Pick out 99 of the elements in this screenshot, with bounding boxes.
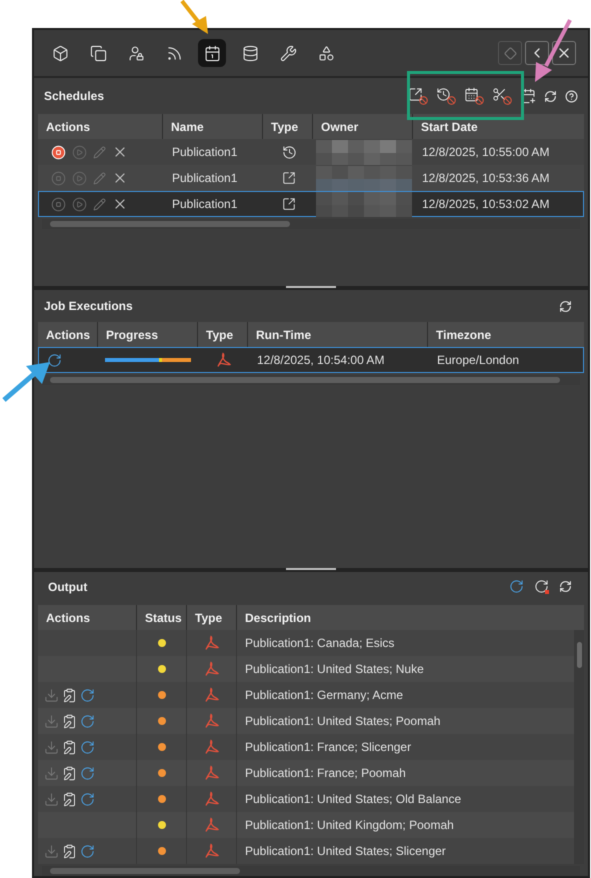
disable-once-icon[interactable] [408,87,428,105]
rerun-icon[interactable] [509,579,524,594]
output-row[interactable]: Publication1: United States; Slicenger [38,838,574,864]
rerun-icon[interactable] [47,352,62,368]
pdf-icon [204,817,220,834]
rerun-failed-icon[interactable] [534,579,549,594]
output-row[interactable]: Publication1: Canada; Esics [38,630,574,656]
description-cell: Publication1: United Kingdom; Poomah [245,818,454,832]
job-row[interactable]: 12/8/2025, 10:54:00 AM Europe/London [38,347,584,373]
close-button[interactable] [552,41,576,65]
disable-recurring-icon[interactable] [436,87,456,105]
column-header: Start Date [421,118,478,136]
output-row[interactable]: Publication1: Germany; Acme [38,682,574,708]
annotation-arrow [0,360,52,404]
description-cell: Publication1: United States; Poomah [245,714,440,728]
description-cell: Publication1: United States; Slicenger [245,844,446,858]
start-date-cell: 12/8/2025, 10:53:36 AM [422,171,550,185]
start-date-cell: 12/8/2025, 10:55:00 AM [422,145,550,159]
output-row[interactable]: Publication1: United States; Poomah [38,708,574,734]
schedule-row[interactable]: Publication1 12/8/2025, 10:53:36 AM [38,165,584,191]
rerun-icon[interactable] [80,766,95,781]
report-icon[interactable] [62,766,77,781]
pdf-icon [204,765,220,782]
schedule-row[interactable]: Publication1 12/8/2025, 10:53:02 AM [38,191,584,217]
start-date-cell: 12/8/2025, 10:53:02 AM [422,197,550,211]
name-cell: Publication1 [172,171,238,185]
run-once-icon [282,197,296,211]
column-header: Type [271,118,298,136]
help-icon[interactable] [565,90,578,102]
report-icon[interactable] [62,792,77,807]
column-header: Owner [321,118,358,136]
splitter-handle[interactable] [286,286,336,288]
output-row[interactable]: Publication1: United States; Nuke [38,656,574,682]
report-icon[interactable] [62,714,77,729]
section-title: Schedules [44,88,104,105]
database-icon [242,44,258,62]
description-cell: Publication1: France; Poomah [245,766,406,780]
pdf-icon [204,739,220,756]
column-header: Progress [106,326,158,344]
shapes-icon [318,44,334,62]
schedule-row[interactable]: Publication1 12/8/2025, 10:55:00 AM [38,139,584,165]
pdf-icon [204,791,220,808]
rerun-icon[interactable] [80,740,95,755]
column-header: Actions [46,118,90,136]
wrench-icon [280,44,296,62]
report-icon[interactable] [62,740,77,755]
rerun-icon[interactable] [80,714,95,729]
edit-icon[interactable] [93,198,106,210]
report-icon[interactable] [62,688,77,703]
name-cell: Publication1 [172,197,238,211]
run-once-icon [282,171,296,185]
section-title: Job Executions [44,298,133,315]
calendar-icon [204,44,220,62]
pdf-icon [204,661,220,678]
play-icon[interactable] [72,196,87,212]
column-header: Status [145,610,182,627]
output-row[interactable]: Publication1: France; Slicenger [38,734,574,760]
pdf-icon [204,687,220,704]
feed-icon [166,44,182,62]
refresh-icon[interactable] [559,580,572,594]
column-header: Description [245,610,312,627]
refresh-icon[interactable] [544,90,557,102]
description-cell: Publication1: France; Slicenger [245,740,412,754]
output-row[interactable]: Publication1: United Kingdom; Poomah [38,812,574,838]
rerun-icon[interactable] [80,688,95,703]
splitter-handle[interactable] [286,568,336,570]
timezone-cell: Europe/London [437,353,520,367]
disable-cut-icon[interactable] [492,87,512,105]
tool-button[interactable] [198,39,226,67]
refresh-icon[interactable] [559,300,572,312]
pdf-icon [204,635,220,652]
output-row[interactable]: Publication1: France; Poomah [38,760,574,786]
diamond-icon [504,46,516,60]
column-header: Type [195,610,222,627]
pdf-icon [216,352,232,368]
disable-calendar-icon[interactable] [464,87,484,105]
copy-icon [90,44,106,62]
description-cell: Publication1: Canada; Esics [245,636,394,650]
name-cell: Publication1 [172,145,238,159]
description-cell: Publication1: Germany; Acme [245,688,404,702]
user-lock-icon [128,44,144,62]
recurring-icon [282,144,296,160]
output-row[interactable]: Publication1: United States; Old Balance [38,786,574,812]
column-header: Type [206,326,234,344]
rerun-icon[interactable] [80,792,95,807]
pdf-icon [204,713,220,730]
pdf-icon [204,843,220,860]
column-header: Run-Time [256,326,312,344]
column-header: Timezone [436,326,492,344]
column-header: Name [171,118,204,136]
report-icon[interactable] [62,844,77,859]
column-header: Actions [46,610,90,627]
rerun-icon[interactable] [80,844,95,859]
section-title: Output [48,578,88,596]
description-cell: Publication1: United States; Old Balance [245,792,462,806]
column-header: Actions [46,326,90,344]
cube-icon [52,44,68,62]
description-cell: Publication1: United States; Nuke [245,662,424,676]
run-time-cell: 12/8/2025, 10:54:00 AM [257,353,384,367]
